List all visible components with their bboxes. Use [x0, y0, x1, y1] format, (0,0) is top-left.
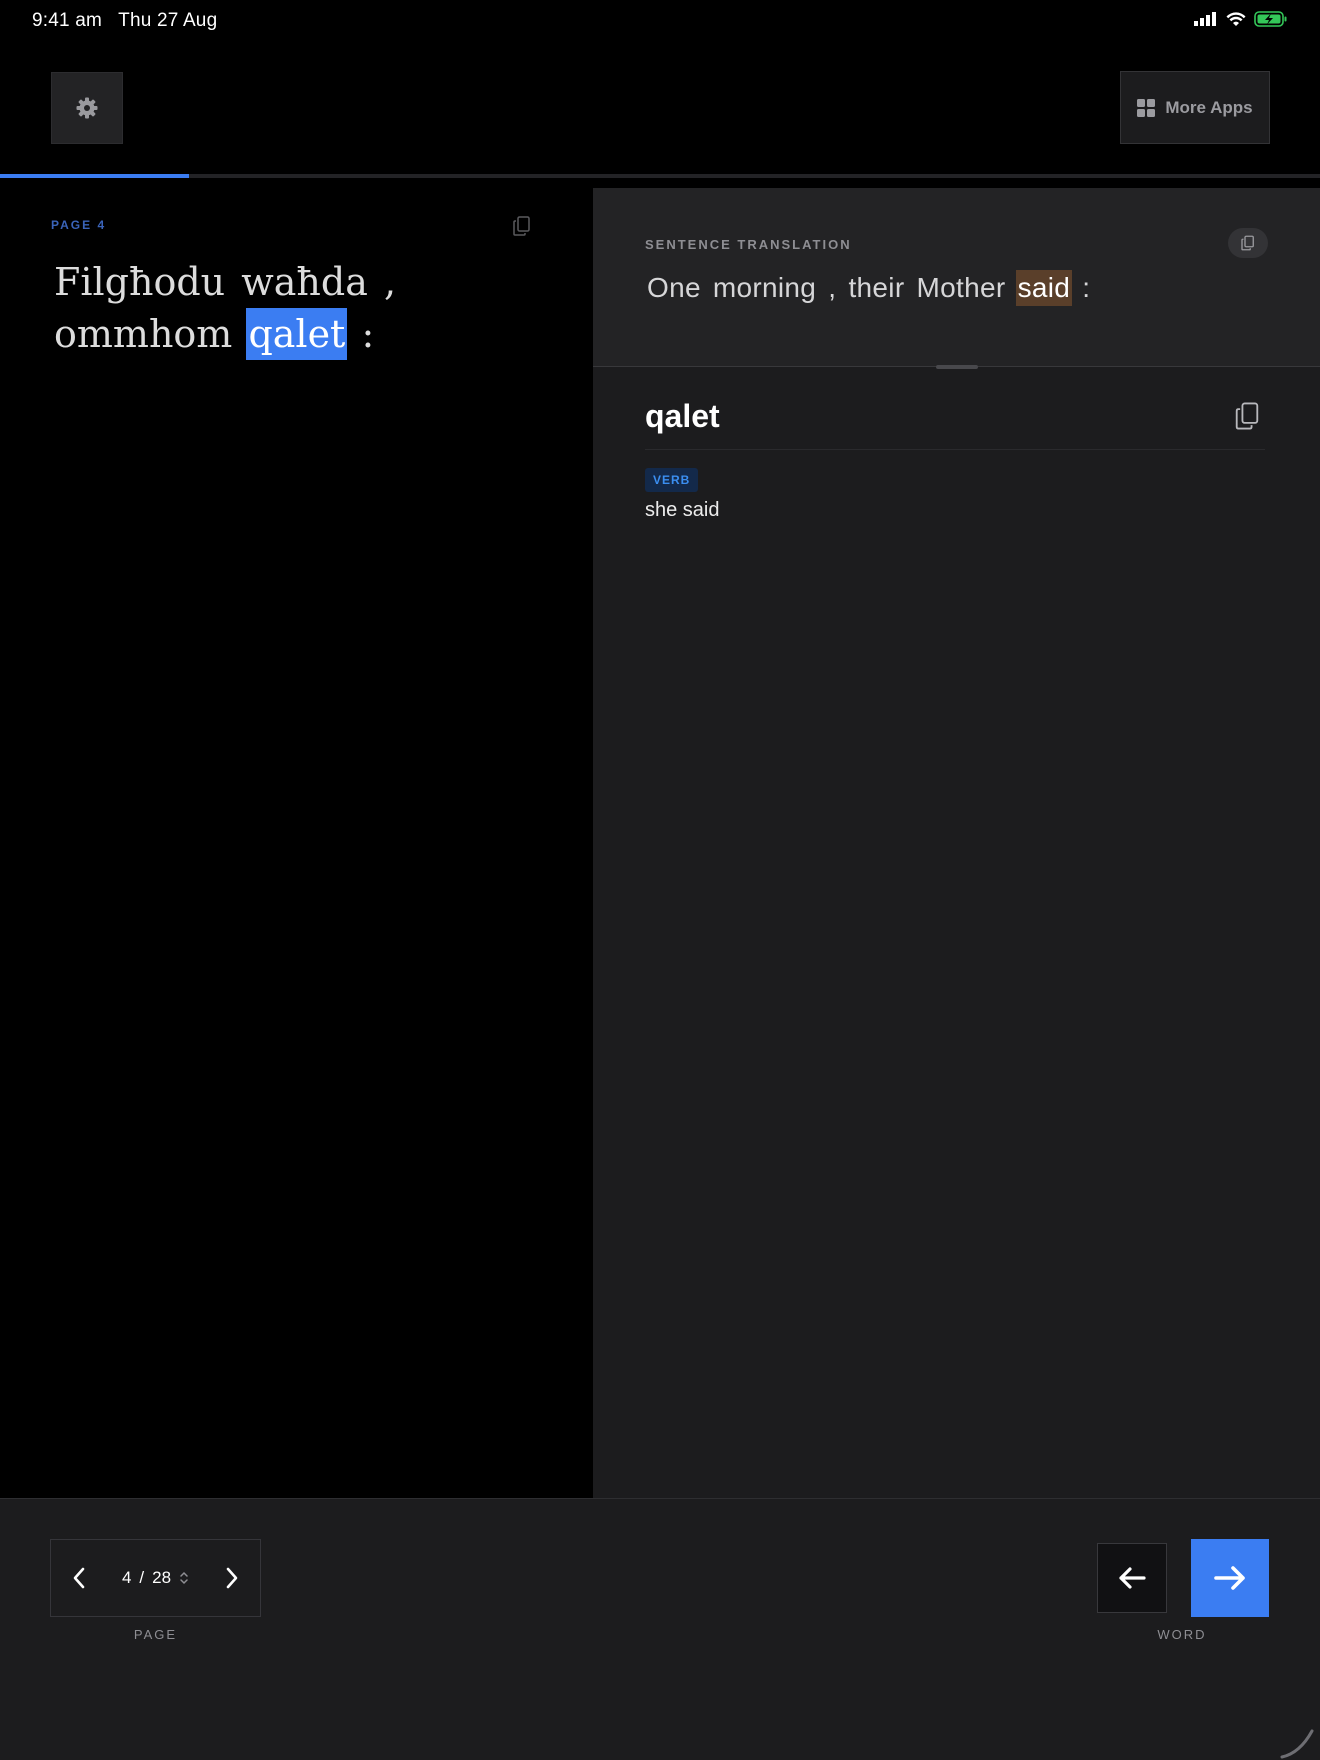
punctuation: ,	[828, 272, 837, 303]
page-current: 4	[121, 1568, 132, 1587]
page-picker[interactable]: 4 / 28	[107, 1568, 204, 1588]
header-bar: More Apps	[0, 40, 1320, 174]
reading-progress-bar	[0, 174, 1320, 178]
chevron-left-icon	[73, 1567, 85, 1589]
source-line: Filgħodu waħda ,	[52, 256, 572, 308]
part-of-speech-badge: VERB	[645, 468, 699, 492]
next-page-button[interactable]	[204, 1539, 260, 1617]
selected-word-token[interactable]: said	[1015, 270, 1073, 306]
word-token[interactable]: morning	[711, 270, 818, 306]
more-apps-label: More Apps	[1165, 97, 1253, 117]
word-caption: WORD	[1157, 1627, 1207, 1642]
selected-word-token[interactable]: qalet	[246, 308, 348, 360]
next-word-button[interactable]	[1191, 1539, 1269, 1617]
translation-panel: SENTENCE TRANSLATION One morning , their…	[593, 188, 1320, 369]
status-bar: 9:41 am Thu 27 Aug	[0, 0, 1320, 40]
more-apps-button[interactable]: More Apps	[1120, 71, 1270, 144]
page-caption: PAGE	[133, 1627, 178, 1642]
arrow-right-icon	[1214, 1566, 1245, 1590]
source-pane: PAGE 4 Filgħodu waħda , ommhom qalet :	[0, 188, 593, 1498]
source-line: ommhom qalet :	[52, 308, 572, 360]
translation-copy-button[interactable]	[1228, 228, 1268, 258]
word-token[interactable]: Mother	[915, 270, 1008, 306]
status-time: 9:41 am Thu 27 Aug	[32, 10, 217, 32]
page-label: PAGE 4	[51, 218, 107, 232]
battery-charging-icon	[1254, 11, 1287, 27]
previous-word-button[interactable]	[1097, 1543, 1167, 1613]
punctuation: ,	[383, 260, 397, 304]
arrow-left-icon	[1119, 1567, 1146, 1589]
detail-pane: SENTENCE TRANSLATION One morning , their…	[593, 188, 1320, 1498]
status-date: Thu 27 Aug	[118, 10, 218, 31]
word-token[interactable]: Filgħodu	[52, 256, 227, 308]
chevron-up-down-icon	[180, 1571, 188, 1585]
gear-icon	[76, 97, 98, 119]
word-token[interactable]: ommhom	[52, 308, 234, 360]
reading-progress-fill	[0, 174, 189, 178]
resize-handle[interactable]	[936, 365, 978, 369]
grid-icon	[1137, 98, 1156, 117]
chevron-right-icon	[226, 1567, 238, 1589]
page-separator: /	[139, 1568, 145, 1587]
word-token[interactable]: One	[645, 270, 703, 306]
signal-icon	[1194, 12, 1216, 26]
copy-icon	[1241, 235, 1254, 251]
word-definition: she said	[645, 499, 720, 521]
word-token[interactable]: their	[846, 270, 906, 306]
previous-page-button[interactable]	[51, 1539, 107, 1617]
source-sentence: Filgħodu waħda , ommhom qalet :	[52, 256, 572, 360]
translation-label: SENTENCE TRANSLATION	[645, 237, 852, 252]
copy-icon[interactable]	[1233, 400, 1261, 432]
selected-word: qalet	[645, 398, 720, 434]
settings-button[interactable]	[51, 72, 123, 144]
home-indicator	[1280, 1729, 1314, 1759]
page-total: 28	[152, 1568, 172, 1587]
copy-icon[interactable]	[510, 214, 534, 238]
status-clock: 9:41 am	[32, 10, 103, 31]
punctuation: :	[361, 312, 375, 356]
status-icons	[1194, 11, 1288, 27]
bottom-toolbar: 4 / 28 PAGE WORD	[0, 1498, 1320, 1760]
divider	[645, 449, 1265, 450]
page-navigator: 4 / 28	[50, 1539, 261, 1617]
punctuation: :	[1082, 272, 1091, 303]
word-token[interactable]: waħda	[239, 256, 370, 308]
wifi-icon	[1226, 11, 1246, 26]
translation-sentence: One morning , their Mother said :	[645, 270, 1092, 306]
